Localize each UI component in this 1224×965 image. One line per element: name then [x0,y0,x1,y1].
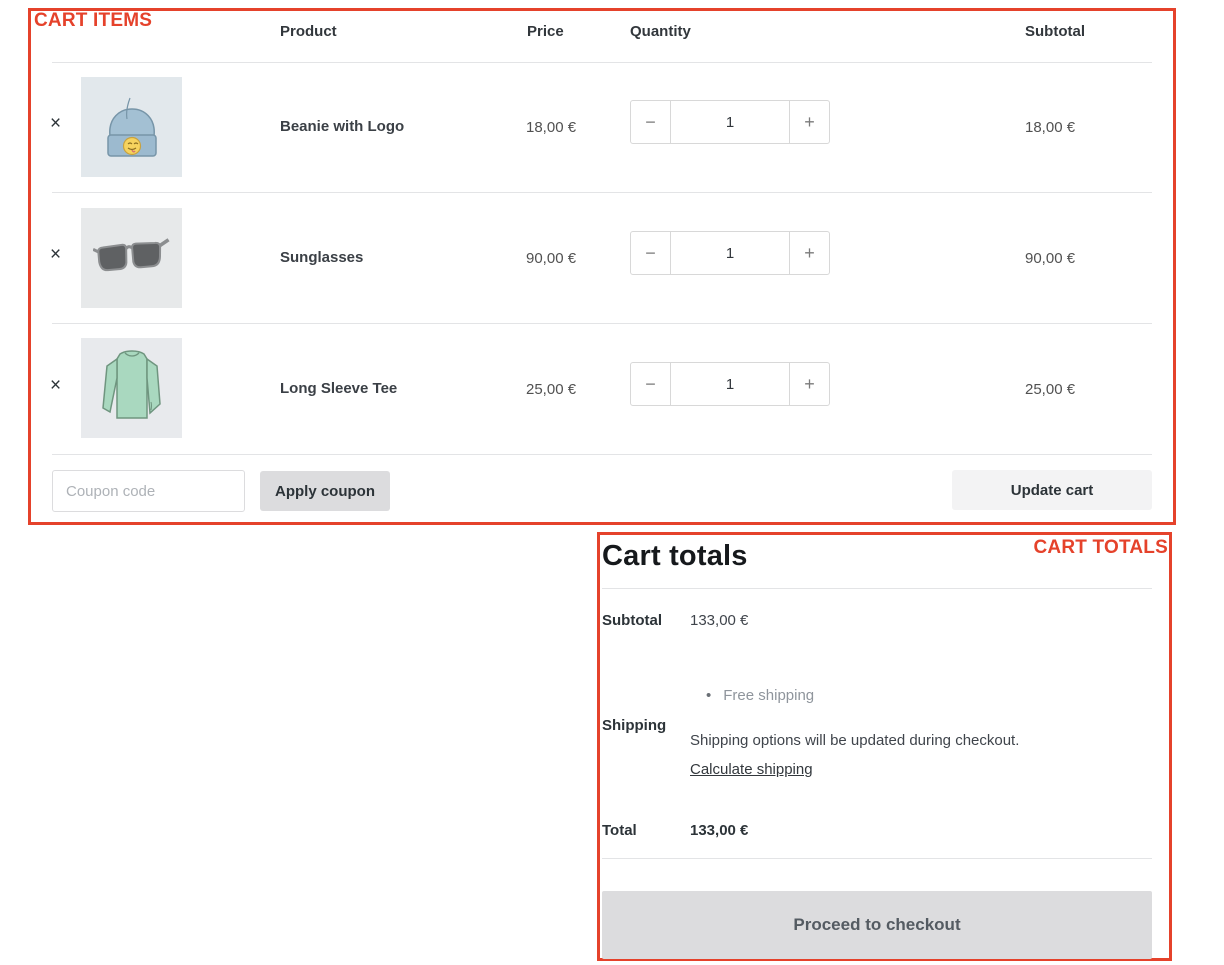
totals-bottom-divider [602,858,1152,859]
quantity-input[interactable] [671,101,789,143]
column-header-subtotal: Subtotal [1025,23,1085,40]
quantity-stepper: − + [630,362,830,406]
quantity-input[interactable] [671,363,789,405]
cart-page: CART ITEMS Product Price Quantity Subtot… [0,0,1224,965]
remove-item-button[interactable]: × [50,115,61,133]
total-label: Total [602,822,637,839]
coupon-code-input[interactable] [52,470,245,512]
quantity-increase-button[interactable]: + [789,101,829,143]
proceed-to-checkout-button[interactable]: Proceed to checkout [602,891,1152,959]
quantity-stepper: − + [630,100,830,144]
remove-item-button[interactable]: × [50,246,61,264]
column-header-product: Product [280,23,337,40]
header-divider [52,62,1152,63]
quantity-increase-button[interactable]: + [789,232,829,274]
line-subtotal: 90,00 € [1025,250,1075,268]
beanie-with-logo-thumbnail[interactable] [81,77,182,177]
product-name[interactable]: Beanie with Logo [280,118,404,136]
quantity-decrease-button[interactable]: − [631,101,671,143]
remove-item-button[interactable]: × [50,377,61,395]
long-sleeve-tee-thumbnail[interactable] [81,338,182,438]
subtotal-value: 133,00 € [690,612,748,629]
shipping-methods-list: Free shipping [706,687,814,704]
cart-totals-title: Cart totals [602,540,748,573]
row-divider [52,454,1152,455]
total-value: 133,00 € [690,822,748,839]
cart-items-annotation-label: CART ITEMS [34,10,152,32]
product-price: 18,00 € [526,119,576,137]
sunglasses-icon [93,235,171,281]
totals-divider [602,588,1152,589]
quantity-decrease-button[interactable]: − [631,232,671,274]
quantity-stepper: − + [630,231,830,275]
sunglasses-thumbnail[interactable] [81,208,182,308]
product-price: 90,00 € [526,250,576,268]
calculate-shipping-link[interactable]: Calculate shipping [690,761,813,778]
quantity-decrease-button[interactable]: − [631,363,671,405]
subtotal-label: Subtotal [602,612,662,629]
cart-items-annotation-box [28,8,1176,525]
product-name[interactable]: Long Sleeve Tee [280,380,397,398]
column-header-quantity: Quantity [630,23,691,40]
line-subtotal: 18,00 € [1025,119,1075,137]
shipping-note: Shipping options will be updated during … [690,732,1019,749]
cart-totals-annotation-label: CART TOTALS [1034,537,1169,559]
column-header-price: Price [527,23,564,40]
quantity-increase-button[interactable]: + [789,363,829,405]
long-sleeve-tee-icon [99,346,165,430]
update-cart-button[interactable]: Update cart [952,470,1152,510]
product-price: 25,00 € [526,381,576,399]
apply-coupon-button[interactable]: Apply coupon [260,471,390,511]
product-name[interactable]: Sunglasses [280,249,363,267]
beanie-icon [96,86,168,168]
free-shipping-option: Free shipping [706,687,814,704]
line-subtotal: 25,00 € [1025,381,1075,399]
row-divider [52,323,1152,324]
quantity-input[interactable] [671,232,789,274]
shipping-label: Shipping [602,717,666,734]
row-divider [52,192,1152,193]
